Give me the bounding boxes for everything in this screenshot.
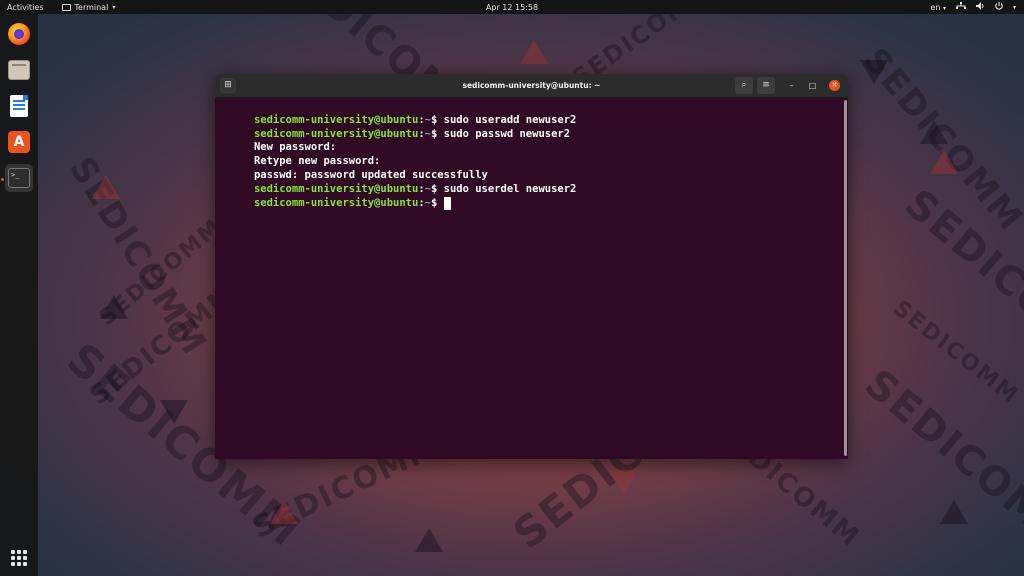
software-icon: A [8,131,30,153]
output-text: passwd: password updated successfully [253,168,488,181]
wallpaper-triangle [92,175,120,199]
command-text: sudo useradd newuser2 [443,113,577,126]
system-tray[interactable]: en ▾ ▾ [930,2,1016,12]
input-language-indicator[interactable]: en ▾ [930,3,946,12]
wallpaper-triangle [860,60,888,84]
wallpaper-triangle [415,528,443,552]
wallpaper-triangle [940,500,968,524]
dock-item-files[interactable] [5,56,33,84]
dock-item-ubuntu-software[interactable]: A [5,128,33,156]
hamburger-menu-button[interactable]: ≡ [757,77,775,94]
prompt-sign: $ [430,196,444,209]
wallpaper-triangle [610,470,638,494]
chevron-down-icon: ▾ [942,4,946,12]
firefox-icon [8,23,30,45]
close-button[interactable]: ✕ [829,80,840,91]
terminal-app-icon [61,3,71,11]
prompt-sign: $ [430,182,444,195]
power-icon[interactable] [995,2,1003,12]
dock-item-firefox[interactable] [5,20,33,48]
search-button[interactable]: ⌕ [735,77,753,94]
command-text: sudo passwd newuser2 [443,127,571,140]
activities-button[interactable]: Activities [7,3,44,12]
prompt-user: sedicomm-university@ubuntu [253,196,419,209]
input-language-label: en [930,2,941,12]
wallpaper-triangle [100,295,128,319]
prompt-sign: $ [430,113,444,126]
terminal-window[interactable]: ⊞ sedicomm-university@ubuntu: ~ ⌕ ≡ – □ … [215,74,848,459]
output-text: Retype new password: [253,155,381,168]
terminal-icon: >_ [8,168,30,188]
terminal-line: sedicomm-university@ubuntu:~$ sudo usera… [216,100,848,126]
wallpaper-triangle [920,120,948,144]
window-title: sedicomm-university@ubuntu: ~ [462,81,601,90]
prompt-sign: $ [430,127,444,140]
output-text: New password: [253,141,337,154]
chevron-down-icon: ▾ [1012,3,1016,11]
apps-grid-icon[interactable] [11,550,27,566]
wallpaper-triangle [520,40,548,64]
prompt-user: sedicomm-university@ubuntu [253,127,419,140]
running-indicator [1,178,4,181]
top-bar: Activities Terminal ▾ Apr 12 15:58 en ▾ … [0,0,1024,14]
dock-item-terminal[interactable]: >_ [5,164,33,192]
minimize-button[interactable]: – [786,80,797,91]
search-icon: ⌕ [741,80,747,90]
terminal-output[interactable]: sedicomm-university@ubuntu:~$ sudo usera… [215,98,848,459]
writer-icon [10,95,28,117]
wallpaper-triangle [160,400,188,424]
prompt-user: sedicomm-university@ubuntu [253,113,419,126]
network-icon[interactable] [955,2,966,12]
wallpaper-triangle [930,150,958,174]
volume-icon[interactable] [975,2,985,12]
dock-item-libreoffice-writer[interactable] [5,92,33,120]
dock: A >_ [0,14,38,576]
scrollbar[interactable] [844,100,847,456]
window-titlebar[interactable]: ⊞ sedicomm-university@ubuntu: ~ ⌕ ≡ – □ … [215,74,848,98]
chevron-down-icon: ▾ [112,3,116,11]
maximize-button[interactable]: □ [807,80,818,91]
app-menu[interactable]: Terminal ▾ [61,2,116,12]
files-icon [8,60,30,80]
wallpaper-triangle [270,500,298,524]
clock[interactable]: Apr 12 15:58 [486,3,538,12]
text-cursor [443,196,451,210]
command-text: sudo userdel newuser2 [443,182,577,195]
menu-icon: ≡ [762,80,770,90]
prompt-user: sedicomm-university@ubuntu [253,182,419,195]
app-menu-label: Terminal [74,2,109,12]
